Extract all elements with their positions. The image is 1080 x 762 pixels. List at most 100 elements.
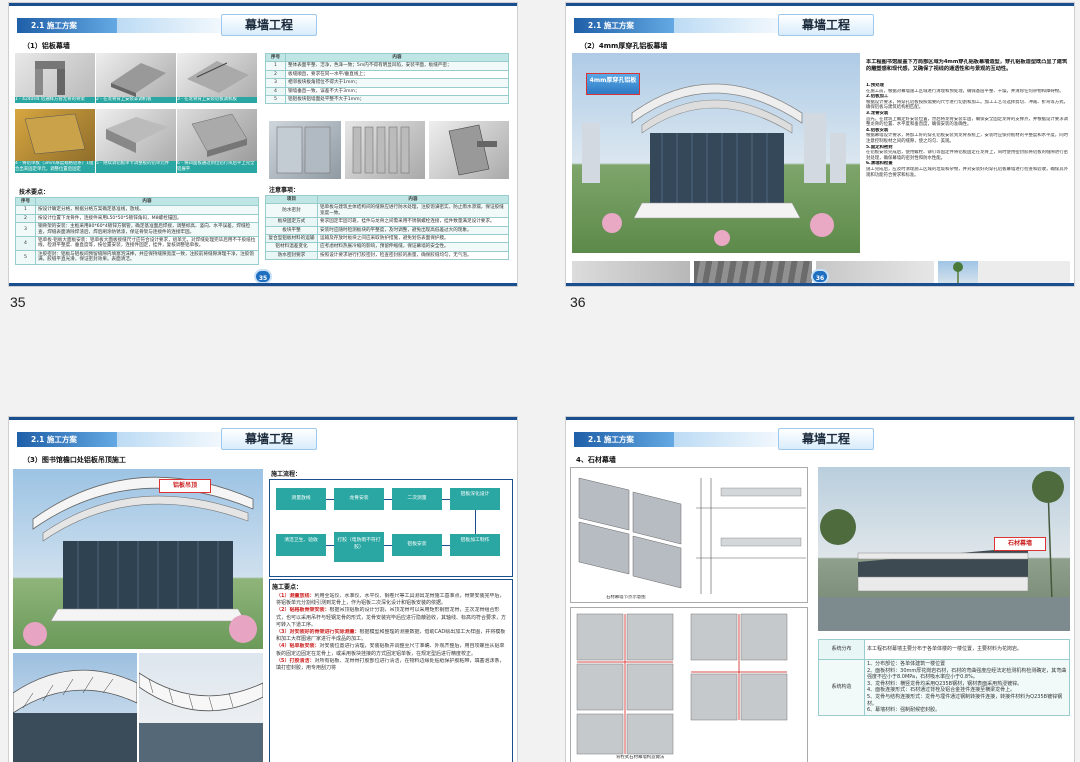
photo-1	[15, 53, 95, 103]
diag-caption-1: 石材幕墙节点示意图	[606, 595, 646, 600]
perforated-photo-3	[816, 261, 934, 285]
table-row: 3 相邻板块板角错位不得大于1mm；	[265, 78, 509, 88]
slide-35[interactable]: 2.1 施工方案 幕墙工程 （1）铝板幕墙 1 - 4240H4 铝通样方管无骨…	[8, 2, 518, 287]
steps-list: 1.预处理 在施工前，根据对幕墙施工区域进行清理和预处理，确保基层平整、干燥，并…	[866, 83, 1070, 258]
table-row: 4 铝单板·铝板大面板安装：铝单板大面板接缝尺寸应符合设计要求，组单元，对焊缝处理…	[15, 236, 259, 251]
flow-step-5: 铝板加工制作	[450, 534, 500, 556]
table-row: 板块固定方式 要求固定牢固可靠，挂件与龙骨之间需采用不锈钢螺栓连接，挂件数量满足设…	[265, 217, 509, 227]
photo-1-caption: 1 - 4240H4 铝通样方管无骨的骨架	[15, 97, 95, 103]
photo-4	[15, 109, 95, 167]
stone-detail-diagram	[570, 607, 808, 762]
table-row: 防水密封 铝单板与建筑主体结构间的缝隙应进行防水处理，注胶饱满密实，防止雨水渗漏，…	[265, 203, 509, 219]
flow-step-1: 测量放线	[276, 488, 326, 510]
flow-step-4: 铝板深化设计	[450, 488, 500, 510]
flow-step-3: 二次测量	[392, 488, 442, 510]
flow-arrow	[442, 499, 450, 500]
bottom-rule	[566, 283, 1074, 286]
flow-arrow	[326, 545, 334, 546]
step-2-body: 根据设计要求，将穿孔铝板按照需要的尺寸进行切割和加工。加工工艺可选择剪切、冲裁、…	[866, 99, 1068, 111]
flow-title: 施工流程：	[271, 471, 302, 478]
stone-node-diagram	[570, 467, 808, 603]
table-row: 系统构造 1、分布部位：各单体建筑一楼位置 2、面板材料：30mm厚花岗岩石材，…	[818, 659, 1070, 716]
key-frame: 施工要点： （1）测量放线：利用全站仪、水准仪、水平仪、钢卷尺等工具测出龙骨施工…	[269, 579, 513, 762]
table-row: 铝材料温差变化 应考虑材料热胀冷缩的影响，预留伸缩缝，保证幕墙的安全性。	[265, 242, 509, 252]
table-row: 防水密封要求 按照设计要求进行打胶密封，检查密封胶的质量，确保胶缝均匀，无气泡。	[265, 250, 509, 261]
table-row: 1 整体表面平整、洁净，色泽一致；5m内不得有明显凹陷，安装平面，板缝严密；	[265, 61, 509, 71]
step-3-body: 首先，在建筑上确定好安装位置，然后将龙骨安装牢固，确保安全固定龙骨的支撑点，并根…	[866, 116, 1068, 128]
perforated-photo-4	[938, 261, 1070, 285]
note-table: 项目 内容 防水密封 铝单板与建筑主体结构间的缝隙应进行防水处理，注胶饱满密实，防止…	[265, 194, 509, 261]
note-title: 注意事项：	[269, 187, 300, 194]
subtitle: （3）图书馆檐口处铝板吊顶施工	[23, 456, 126, 464]
slide-36[interactable]: 2.1 施工方案 幕墙工程 （2）4mm厚穿孔铝板幕墙 4mm厚穿孔铝板 本工程…	[565, 2, 1075, 287]
key-4: （4）铝单板安装：对安装位置进行清理，安装铝板并调整至尺寸准确、外观齐整后，用自…	[276, 643, 505, 657]
th-content: 内容	[35, 196, 259, 207]
thumb-label-36: 36	[570, 294, 586, 310]
table-row: 3 钢骨架的安装：主框采用80*60*4镀锌方钢管，确定基准面后焊接，调整标高、竖…	[15, 222, 259, 238]
stone-tag: 石材幕墙	[994, 537, 1046, 551]
soffit-render	[13, 469, 263, 649]
top-rule	[9, 417, 517, 420]
soffit-tag: 铝板吊顶	[159, 479, 211, 493]
flow-step-6: 铝板安装	[392, 534, 442, 556]
eave-photo-1	[13, 653, 137, 762]
tech-table: 序号 内容 1 按设计确定分格，根据分格方案确定基准线，放线。 2 按设计位置下龙骨件…	[15, 196, 259, 265]
page-number: 36	[811, 269, 829, 284]
panel-photo-1	[269, 121, 341, 179]
flow-arrow	[475, 510, 476, 534]
table-row: 2 板缝顺直，要求在同一水平/垂直线上；	[265, 69, 509, 80]
photo-5-caption: 5 - 继续调铝板单卡调整板的铝单元件	[96, 161, 176, 173]
slide-38[interactable]: 2.1 施工方案 幕墙工程 4、石材幕墙 石材幕墙节点示意图 背栓式石材幕墙构造…	[565, 416, 1075, 762]
flow-frame: 测量放线 龙骨安装 二次测量 铝板深化设计 铝板加工制作 铝板安装 打胶（电防雨…	[269, 479, 513, 577]
photo-6	[177, 109, 257, 167]
subtitle: 4、石材幕墙	[576, 456, 616, 464]
diag-caption-2: 背栓式石材幕墙构造做法	[616, 755, 665, 760]
panel-photo-2	[345, 121, 425, 179]
page-number: 35	[254, 269, 272, 284]
flow-arrow	[442, 545, 450, 546]
bottom-rule	[9, 283, 517, 286]
table-row: 系统分布 本工程石材幕墙主要分布于各单体楼的一楼位置，主要材料为花岗岩。	[818, 639, 1070, 660]
top-rule	[9, 3, 517, 6]
photo-2-caption: 2 - 在龙骨背上安装非调机板	[96, 97, 176, 103]
step-5-body: 在铝板安装完成后，使用螺栓、铆钉等固定件将铝板固定在龙骨上，同时使用密封胶将铝板…	[866, 150, 1068, 161]
perforated-photo-1	[572, 261, 690, 285]
panel-photo-3	[429, 121, 509, 179]
section-label: 2.1 施工方案	[17, 18, 117, 33]
slide-title: 幕墙工程	[221, 14, 317, 36]
top-rule	[566, 417, 1074, 420]
key-5: （5）打胶清洁：对所有铝板、龙骨骨打胶部位进行清洁，在物料边缘处贴纸保护胶粘带，…	[276, 657, 505, 672]
flow-step-8: 清洁卫生、验收	[276, 534, 326, 556]
table-row: 2 按设计位置下龙骨件，连接件采用L50*50*5镀锌角码，M8螺栓锚固。	[15, 213, 259, 224]
key-1: （1）测量放线：利用全站仪、水准仪、水平仪、钢卷尺等工具测出龙骨施工基准点，骨架…	[276, 593, 505, 607]
table-row: 4 钢墙垂直一致，误差不大于3mm；	[265, 86, 509, 97]
subtitle: （2）4mm厚穿孔铝板幕墙	[580, 42, 668, 50]
slide-title: 幕墙工程	[221, 428, 317, 450]
table-row: 5 铝铝板块铝墙面处平整不大于1mm；	[265, 95, 509, 105]
subtitle: （1）铝板幕墙	[23, 42, 70, 50]
table-row: 复合型铝板材料的运输 运输及存放时板块之间应采取防护措施，避免划伤表面保护膜。	[265, 234, 509, 244]
table-row: 5 注胶密封：铝板与铝板间预留缝隙内填塞泡沫棒，并应保持缝隙宽度一致，注胶前将缝隙…	[15, 249, 259, 265]
table-row: 板块平整 安装时应随时检测板块的平整度，及时调整，避免出现高低差过大的现象。	[265, 225, 509, 236]
flow-step-2: 龙骨安装	[334, 488, 384, 510]
slide-37[interactable]: 2.1 施工方案 幕墙工程 （3）图书馆檐口处铝板吊顶施工 铝板吊顶 施工流程：…	[8, 416, 518, 762]
tech-title: 技术要点：	[19, 189, 50, 196]
flow-step-7: 打胶（电防雨不符打胶）	[334, 532, 384, 562]
photo-6-caption: 6 - 将四面板通过到位铝行块后平上完全铝展平	[177, 161, 257, 173]
top-rule	[566, 3, 1074, 6]
photo-4-caption: 4 - 将铝单板（3mm厚度规格铝条）1组合出来固定单元，调整位置后固定	[15, 161, 95, 173]
slide-title: 幕墙工程	[778, 14, 874, 36]
standard-table: 序号 内容 1 整体表面平整、洁净，色泽一致；5m内不得有明显凹陷，安装平面，板缝严…	[265, 52, 509, 105]
key-2: （2）铝格板骨架安装：根据吊顶铝板的设计分割，吊顶龙骨可以采用矩形钢管龙骨，主次…	[276, 607, 506, 628]
section-label: 2.1 施工方案	[574, 432, 674, 447]
key-3: （3）对安装好的骨架进行实际测量：根据模型和整理的测量数据，借助CAD绘出加工大…	[276, 629, 506, 643]
section-label: 2.1 施工方案	[17, 432, 117, 447]
step-6-body: 施工完成后，应及时清理施工区域的垃圾和杂物，并对安装好的穿孔铝板幕墙进行检查和验…	[866, 166, 1068, 178]
photo-3	[177, 53, 257, 103]
flow-arrow	[326, 499, 334, 500]
perforated-tag: 4mm厚穿孔铝板	[586, 73, 640, 95]
slide-title: 幕墙工程	[778, 428, 874, 450]
perforated-photo-2	[694, 261, 812, 285]
table-row: 1 按设计确定分格，根据分格方案确定基准线，放线。	[15, 205, 259, 215]
intro-text: 本工程图书馆屋盖下方局部区域为4mm穿孔铝板幕墙造型，穿孔铝板造型既凸显了建筑的…	[866, 59, 1068, 72]
